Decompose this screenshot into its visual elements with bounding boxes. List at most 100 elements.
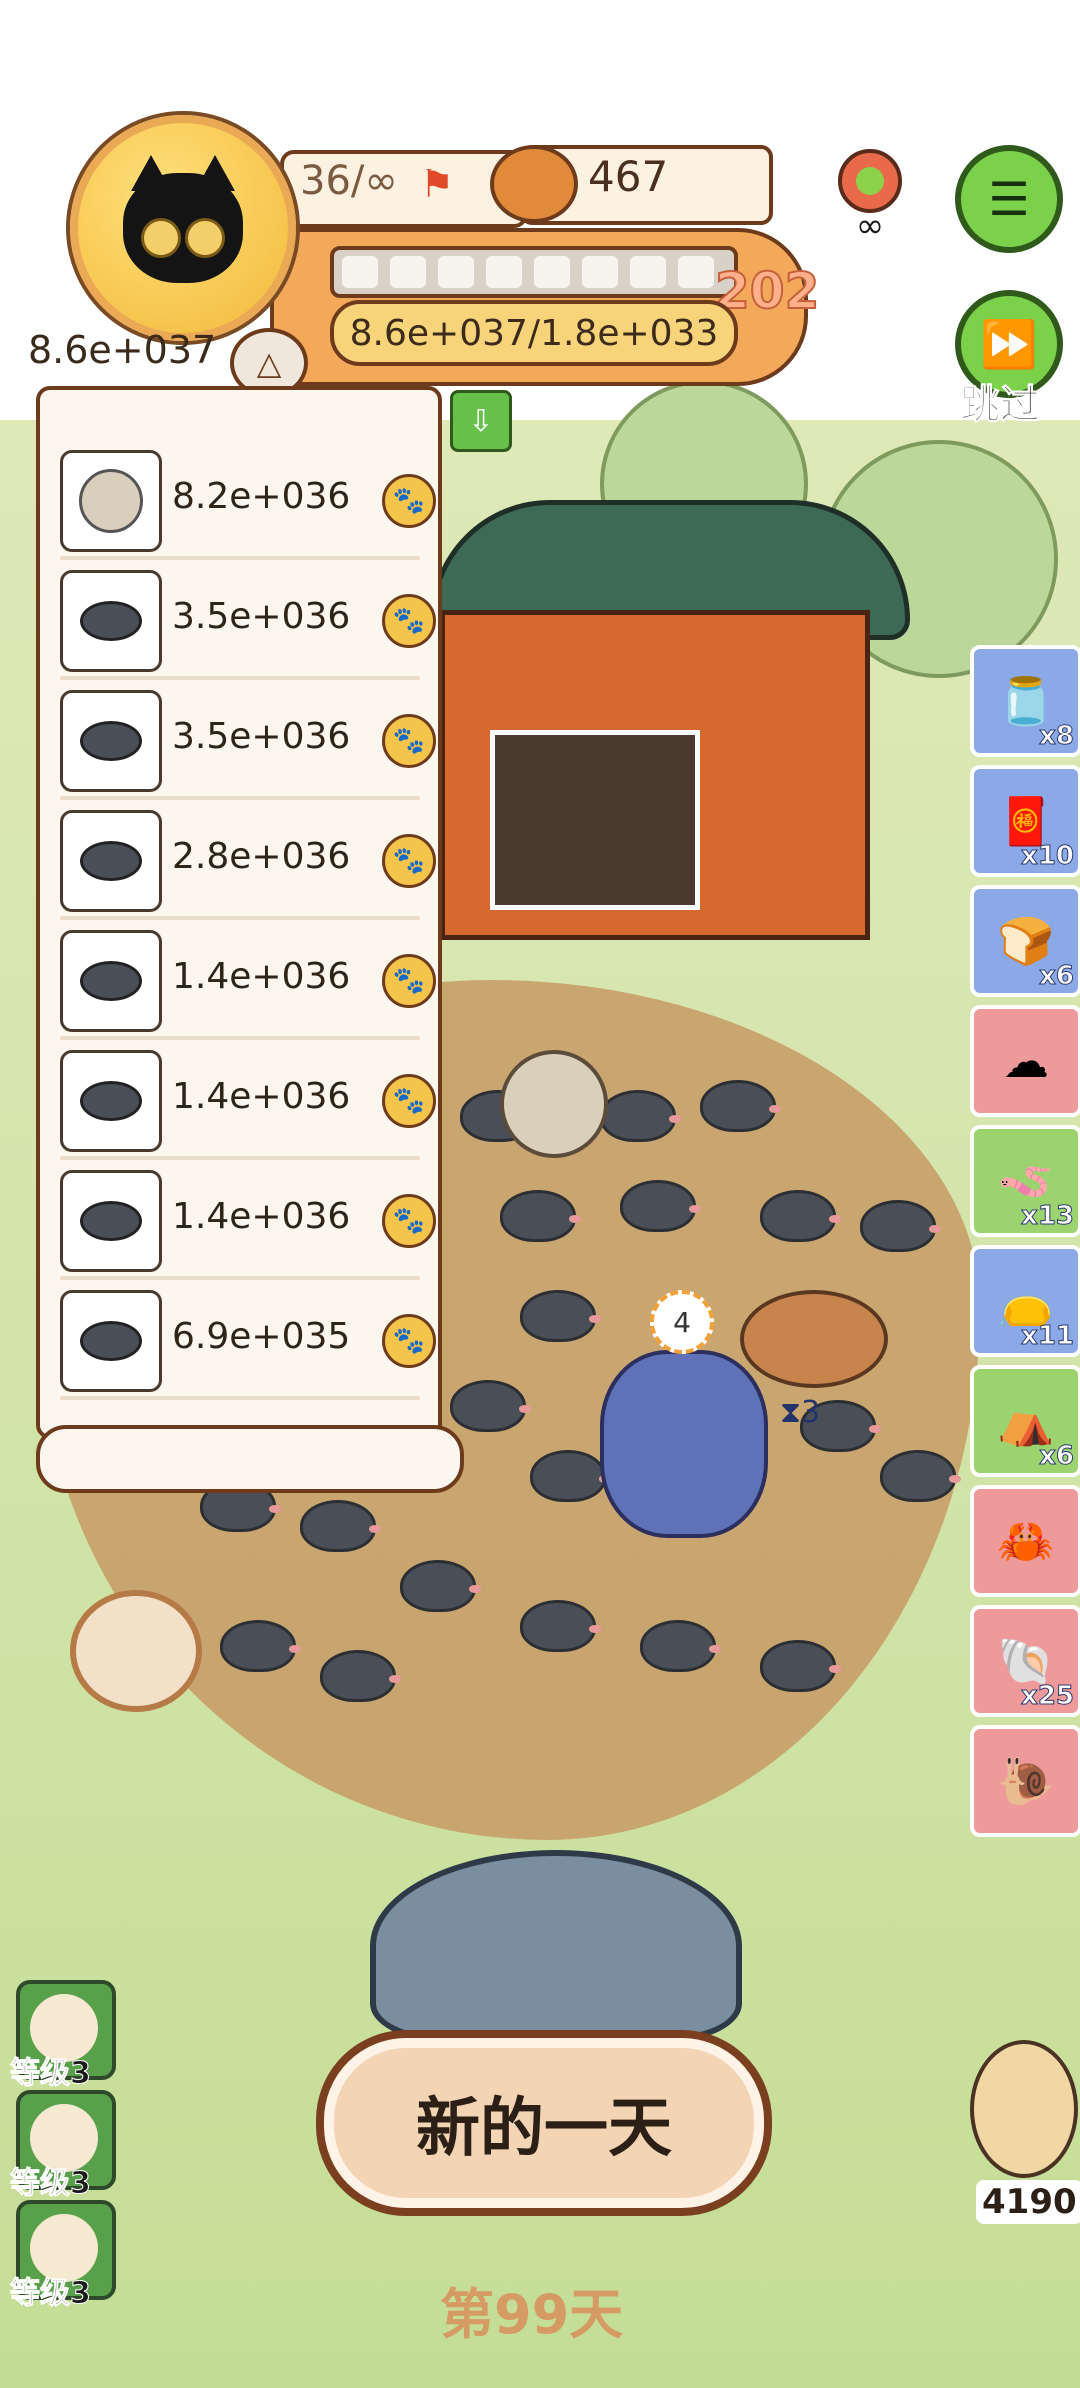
progress-bar (330, 246, 738, 298)
snail-icon: 🐌 (997, 1753, 1055, 1808)
mole (880, 1450, 961, 1502)
sort-button[interactable]: ⇩ (450, 390, 512, 452)
black-cat-icon (123, 155, 243, 283)
divider (60, 1396, 420, 1400)
dragon[interactable] (600, 1350, 768, 1538)
triangle-up-icon: △ (256, 344, 282, 382)
paw-icon: 🐾 (382, 594, 436, 648)
hourglass-icon: ⧗ (780, 1395, 802, 1430)
inventory-slot[interactable]: 🪱 x13 (970, 1125, 1080, 1237)
list-item-value: 3.5e+036 (172, 596, 351, 637)
capybara[interactable] (740, 1290, 888, 1388)
hourglass-indicator: ⧗3 (780, 1395, 820, 1430)
player-avatar[interactable] (70, 115, 296, 341)
new-day-button[interactable]: 新的一天 (316, 2030, 772, 2216)
hedgehog[interactable] (500, 1050, 608, 1158)
hedgehog-icon (79, 469, 143, 533)
hourglass-count: 3 (801, 1395, 821, 1430)
inventory-slot[interactable]: ⛺ x6 (970, 1365, 1080, 1477)
divider (60, 1276, 420, 1280)
inventory-count: x25 (1021, 1681, 1075, 1712)
list-item[interactable]: 1.4e+036 🐾 (60, 1170, 436, 1280)
list-item[interactable]: 3.5e+036 🐾 (60, 690, 436, 800)
inventory-slot[interactable]: 🦀 (970, 1485, 1080, 1597)
player-level: 36/∞ (300, 158, 398, 204)
list-item[interactable]: 3.5e+036 🐾 (60, 570, 436, 680)
inventory-slot[interactable]: 🐚 x25 (970, 1605, 1080, 1717)
level-label: 等级3 (10, 2166, 92, 2202)
list-item-value: 1.4e+036 (172, 1076, 351, 1117)
list-item[interactable]: 8.2e+036 🐾 (60, 450, 436, 560)
animal-thumbnail (60, 450, 162, 552)
list-item-value: 2.8e+036 (172, 836, 351, 877)
mole (760, 1640, 841, 1692)
leaderboard-list[interactable]: 8.2e+036 🐾 3.5e+036 🐾 3.5e+036 🐾 2.8e+03… (36, 386, 442, 1439)
timer-badge: 4 (650, 1290, 714, 1354)
mole (500, 1190, 581, 1242)
menu-button[interactable]: ☰ (955, 145, 1063, 253)
inventory-count: x6 (1039, 961, 1075, 992)
mole-icon (80, 1321, 142, 1361)
bottom-score: 4190 (976, 2180, 1080, 2224)
animal-thumbnail (60, 1290, 162, 1392)
list-item-value: 1.4e+036 (172, 956, 351, 997)
divider (60, 916, 420, 920)
inventory-slot[interactable]: 👝 x11 (970, 1245, 1080, 1357)
owl-pet[interactable] (970, 2040, 1078, 2178)
mole (450, 1380, 531, 1432)
divider (60, 556, 420, 560)
inventory-slot[interactable]: ☁ (970, 1005, 1080, 1117)
mole (700, 1080, 781, 1132)
list-item[interactable]: 2.8e+036 🐾 (60, 810, 436, 920)
level-label: 等级3 (10, 2056, 92, 2092)
inventory-count: x8 (1039, 721, 1075, 752)
infinity-flower-icon[interactable]: ∞ (820, 145, 920, 245)
animal-thumbnail (60, 570, 162, 672)
paw-icon: 🐾 (382, 714, 436, 768)
mole-icon (80, 841, 142, 881)
list-item[interactable]: 1.4e+036 🐾 (60, 1050, 436, 1160)
cloud-icon: ☁ (1003, 1034, 1049, 1088)
inventory-slot[interactable]: 🫙 x8 (970, 645, 1080, 757)
inventory-slot[interactable]: 🍞 x6 (970, 885, 1080, 997)
paw-icon: 🐾 (382, 1074, 436, 1128)
paw-icon: 🐾 (382, 474, 436, 528)
inventory-slot[interactable]: 🧧 x10 (970, 765, 1080, 877)
mole (530, 1450, 611, 1502)
scroll-footer (36, 1425, 464, 1493)
animal-thumbnail (60, 690, 162, 792)
paw-icon: 🐾 (382, 1194, 436, 1248)
list-item-value: 6.9e+035 (172, 1316, 351, 1357)
fast-forward-icon: ⏩ (980, 316, 1038, 371)
paw-icon (141, 218, 181, 258)
animal-thumbnail (60, 1050, 162, 1152)
list-icon: ☰ (988, 172, 1030, 226)
divider (60, 796, 420, 800)
mole-icon (80, 1081, 142, 1121)
animal-thumbnail (60, 810, 162, 912)
inventory-count: x10 (1021, 841, 1075, 872)
paw-icon (185, 218, 225, 258)
list-item-value: 8.2e+036 (172, 476, 351, 517)
sleeping-cat[interactable] (370, 1850, 742, 2042)
can-count: 467 (588, 152, 669, 201)
mole-icon (80, 1201, 142, 1241)
progress-value: 8.6e+037/1.8e+033 (330, 300, 738, 366)
animal-thumbnail (60, 930, 162, 1032)
mole-icon (80, 601, 142, 641)
lion-cub[interactable] (70, 1590, 202, 1712)
divider (60, 676, 420, 680)
timer-badge-value: 4 (673, 1305, 691, 1339)
inventory-count: x11 (1021, 1321, 1075, 1352)
barn (430, 500, 910, 940)
list-item[interactable]: 1.4e+036 🐾 (60, 930, 436, 1040)
mole (520, 1290, 601, 1342)
inventory-slot[interactable]: 🐌 (970, 1725, 1080, 1837)
crab-icon: 🦀 (997, 1513, 1055, 1568)
mole (760, 1190, 841, 1242)
cat-food-can-icon (490, 145, 578, 223)
list-item[interactable]: 6.9e+035 🐾 (60, 1290, 436, 1400)
list-item-value: 3.5e+036 (172, 716, 351, 757)
paw-icon: 🐾 (382, 954, 436, 1008)
mole-icon (80, 721, 142, 761)
